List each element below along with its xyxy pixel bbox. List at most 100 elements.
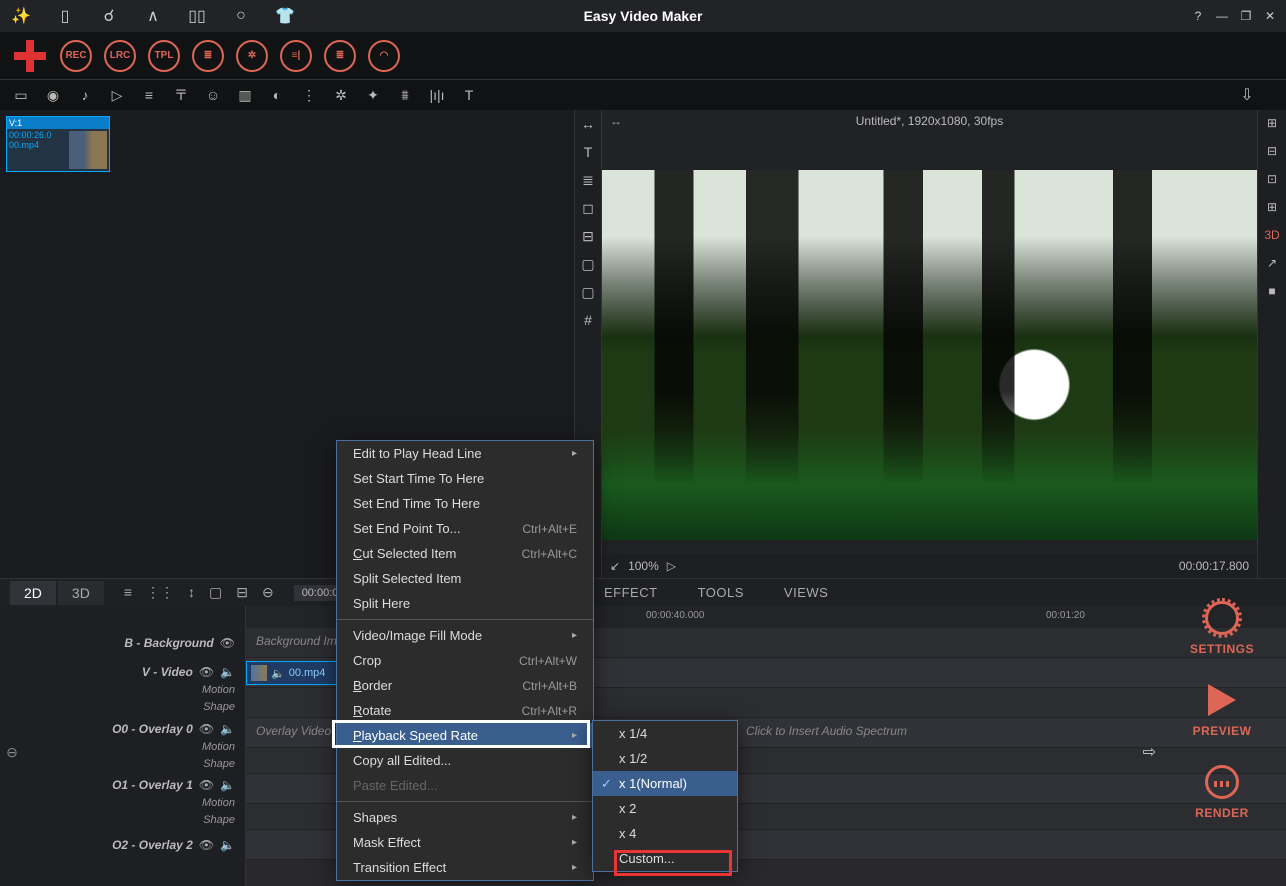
- speaker-icon[interactable]: 🔈: [220, 722, 235, 736]
- menu-file-icon[interactable]: ▯: [54, 5, 76, 27]
- fit-icon[interactable]: ↙: [610, 559, 620, 573]
- speed-item[interactable]: x 1/4: [593, 721, 737, 746]
- eq-icon[interactable]: |ı|ı: [428, 86, 446, 104]
- menu-link-icon[interactable]: ☌: [98, 5, 120, 27]
- ctx-item[interactable]: Cut Selected ItemCtrl+Alt+C: [337, 541, 593, 566]
- preview-resize-icon[interactable]: ↔: [610, 114, 622, 128]
- box-tool-icon[interactable]: ◻: [579, 200, 597, 218]
- text-tool-icon[interactable]: T: [579, 144, 597, 162]
- align-button[interactable]: ≡|: [280, 40, 312, 72]
- render-button[interactable]: RENDER: [1195, 762, 1249, 820]
- bullets-icon[interactable]: ⋮: [300, 86, 318, 104]
- menu-columns-icon[interactable]: ▯▯: [186, 5, 208, 27]
- hresize-icon[interactable]: ↔: [579, 116, 597, 134]
- menu-shirt-icon[interactable]: 👕: [274, 5, 296, 27]
- ctx-item[interactable]: Copy all Edited...: [337, 748, 593, 773]
- list-tool-icon[interactable]: ≣: [579, 172, 597, 190]
- tl-tool-updown-icon[interactable]: ↕: [188, 584, 195, 601]
- eye-icon[interactable]: 👁: [199, 778, 214, 792]
- ctx-item[interactable]: CropCtrl+Alt+W: [337, 648, 593, 673]
- speaker-icon[interactable]: 🔈: [220, 665, 235, 679]
- grid1-icon[interactable]: ⊞: [1263, 116, 1281, 134]
- ctx-item[interactable]: Set End Time To Here: [337, 491, 593, 516]
- user-button[interactable]: ◠: [368, 40, 400, 72]
- ctx-item[interactable]: Mask Effect: [337, 830, 593, 855]
- template-button[interactable]: TPL: [148, 40, 180, 72]
- expand-icon[interactable]: ↗: [1263, 256, 1281, 274]
- help-button[interactable]: ?: [1190, 9, 1206, 23]
- track-overlay1[interactable]: O1 - Overlay 1 👁 🔈 Motion Shape: [0, 774, 245, 830]
- media-clip[interactable]: V:1 00:00:26.0 00.mp4: [6, 116, 110, 172]
- eye-icon[interactable]: 👁: [199, 838, 214, 852]
- ctx-item[interactable]: Edit to Play Head Line: [337, 441, 593, 466]
- close-button[interactable]: ✕: [1262, 9, 1278, 23]
- app-logo-icon[interactable]: ✨: [10, 5, 32, 27]
- fill-icon[interactable]: ■: [1263, 284, 1281, 302]
- screen-icon[interactable]: ▭: [12, 86, 30, 104]
- grid3-icon[interactable]: ⊡: [1263, 172, 1281, 190]
- star-button[interactable]: ✲: [236, 40, 268, 72]
- frame-tool-icon[interactable]: ▢: [579, 256, 597, 274]
- list2-button[interactable]: ≣: [324, 40, 356, 72]
- music-icon[interactable]: ♪: [76, 86, 94, 104]
- tl-tool-rows-icon[interactable]: ≡: [124, 584, 132, 601]
- preview-button[interactable]: PREVIEW: [1193, 680, 1252, 738]
- expand-right-icon[interactable]: ⇨: [1143, 742, 1156, 762]
- add-media-button[interactable]: [12, 38, 48, 74]
- speed-item[interactable]: Custom...: [593, 846, 737, 871]
- tl-tool-grid-icon[interactable]: ⋮⋮: [146, 584, 174, 601]
- menu-search-icon[interactable]: ○: [230, 5, 252, 27]
- tab-views[interactable]: VIEWS: [784, 585, 828, 600]
- play-icon[interactable]: ▷: [108, 86, 126, 104]
- tl-tool-split-icon[interactable]: ⊟: [236, 584, 248, 601]
- download-icon[interactable]: ⇩: [1238, 86, 1256, 104]
- ctx-item[interactable]: BorderCtrl+Alt+B: [337, 673, 593, 698]
- tl-tool-minus-icon[interactable]: ⊖: [262, 584, 274, 601]
- settings-button[interactable]: SETTINGS: [1190, 598, 1254, 656]
- restore-button[interactable]: ❐: [1238, 9, 1254, 23]
- ctx-item[interactable]: RotateCtrl+Alt+R: [337, 698, 593, 723]
- tab-effect[interactable]: EFFECT: [604, 585, 658, 600]
- puzzle-icon[interactable]: ✦: [364, 86, 382, 104]
- speed-item[interactable]: x 4: [593, 821, 737, 846]
- track-overlay0[interactable]: O0 - Overlay 0 👁 🔈 Motion Shape: [0, 718, 245, 774]
- ctx-item[interactable]: Set End Point To...Ctrl+Alt+E: [337, 516, 593, 541]
- speed-submenu[interactable]: x 1/4x 1/2x 1(Normal)x 2x 4Custom...: [592, 720, 738, 872]
- speed-item[interactable]: x 2: [593, 796, 737, 821]
- grid-icon[interactable]: ⩩: [396, 86, 414, 104]
- lines-icon[interactable]: ≡: [140, 86, 158, 104]
- speed-item[interactable]: x 1/2: [593, 746, 737, 771]
- grid2-icon[interactable]: ⊟: [1263, 144, 1281, 162]
- tab-2d[interactable]: 2D: [10, 581, 56, 605]
- ctx-item[interactable]: Split Selected Item: [337, 566, 593, 591]
- list-button[interactable]: ≣: [192, 40, 224, 72]
- flower-icon[interactable]: ✲: [332, 86, 350, 104]
- track-overlay2[interactable]: O2 - Overlay 2 👁 🔈: [0, 830, 245, 860]
- record-button[interactable]: REC: [60, 40, 92, 72]
- tab-3d[interactable]: 3D: [58, 581, 104, 605]
- contrast-icon[interactable]: ◐: [268, 86, 286, 104]
- speaker-icon[interactable]: 🔈: [220, 778, 235, 792]
- eye-icon[interactable]: 👁: [220, 636, 235, 650]
- ctx-item[interactable]: Playback Speed Rate: [337, 723, 593, 748]
- play-preview-button[interactable]: ▷: [667, 559, 676, 573]
- timeline-clip[interactable]: 🔈 00.mp4: [246, 661, 342, 685]
- eye-icon[interactable]: 👁: [199, 722, 214, 736]
- eye-icon[interactable]: 👁: [199, 665, 214, 679]
- battery-icon[interactable]: ▥: [236, 86, 254, 104]
- track-video[interactable]: V - Video 👁 🔈 Motion Shape: [0, 658, 245, 718]
- preview-image[interactable]: [602, 170, 1257, 540]
- frame2-tool-icon[interactable]: ▢: [579, 284, 597, 302]
- track-bg[interactable]: B - Background 👁: [0, 628, 245, 658]
- camera-icon[interactable]: ◉: [44, 86, 62, 104]
- text-t-icon[interactable]: T: [460, 86, 478, 104]
- ctx-item[interactable]: Shapes: [337, 805, 593, 830]
- minimize-button[interactable]: —: [1214, 9, 1230, 23]
- ctx-item[interactable]: Split Here: [337, 591, 593, 616]
- text-icon[interactable]: 〒: [172, 86, 190, 104]
- track-collapse-icon[interactable]: ⊖: [2, 744, 22, 764]
- emoji-icon[interactable]: ☺: [204, 86, 222, 104]
- table-tool-icon[interactable]: ⊟: [579, 228, 597, 246]
- hash-tool-icon[interactable]: #: [579, 312, 597, 330]
- tl-tool-box-icon[interactable]: ▢: [209, 584, 222, 601]
